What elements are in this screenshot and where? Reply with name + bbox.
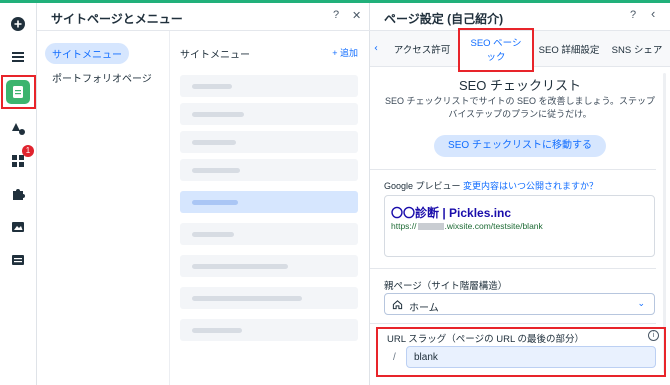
settings-title: ページ設定 (自己紹介) xyxy=(384,12,504,26)
page-list: サイトメニュー + 追加 xyxy=(170,31,370,385)
preview-url: https://.wixsite.com/testsite/blank xyxy=(391,221,543,231)
url-slug-input[interactable] xyxy=(406,346,656,368)
left-rail: 1 xyxy=(0,3,37,385)
pages-close-button[interactable]: ✕ xyxy=(352,9,361,22)
list-item[interactable] xyxy=(180,103,358,125)
menus-button[interactable] xyxy=(6,45,30,69)
chevron-down-icon: ⌄ xyxy=(637,299,645,309)
tabs-prev-button[interactable]: ‹ xyxy=(374,43,378,54)
theme-button[interactable] xyxy=(6,117,30,141)
business-apps-button[interactable] xyxy=(6,182,30,206)
page-list-title: サイトメニュー xyxy=(180,50,250,61)
nav-item-portfolio[interactable]: ポートフォリオページ xyxy=(45,67,159,88)
google-preview-box: 〇〇診断 | Pickles.inc https://.wixsite.com/… xyxy=(384,195,655,257)
settings-back-button[interactable]: ‹ xyxy=(651,6,655,21)
redacted-username xyxy=(417,223,444,230)
list-item[interactable] xyxy=(180,131,358,153)
tab-social-share[interactable]: SNS シェア xyxy=(606,31,668,67)
google-preview-label: Google プレビュー 変更内容はいつ公開されますか？ xyxy=(384,181,599,191)
puzzle-icon xyxy=(13,189,25,200)
list-item[interactable] xyxy=(180,287,358,309)
media-button[interactable] xyxy=(6,215,30,239)
site-pages-panel: サイトページとメニュー ? ✕ サイトメニュー ポートフォリオページ サイトメニ… xyxy=(37,3,370,385)
seo-basic-tab-highlight xyxy=(458,28,534,72)
list-item[interactable] xyxy=(180,319,358,341)
url-slug-prefix: / xyxy=(393,352,396,363)
home-icon xyxy=(392,300,403,310)
divider xyxy=(370,323,656,324)
list-item[interactable] xyxy=(180,75,358,97)
image-icon xyxy=(12,222,24,232)
pages-panel-header: サイトページとメニュー ? ✕ xyxy=(37,3,370,31)
parent-page-value: ホーム xyxy=(409,303,439,314)
theme-icon xyxy=(12,123,25,135)
publish-info-link[interactable]: 変更内容はいつ公開されますか？ xyxy=(463,181,598,191)
parent-page-select[interactable]: ホーム ⌄ xyxy=(384,293,655,315)
editor-window: 1 サイトページとメニュー ? ✕ サイトメニュー ポートフォリオページ サイト… xyxy=(0,0,670,385)
seo-checklist-button[interactable]: SEO チェックリストに移動する xyxy=(434,135,606,157)
url-slug-label: URL スラッグ（ページの URL の最後の部分） xyxy=(387,334,585,345)
settings-header: ページ設定 (自己紹介) ? ‹ xyxy=(370,3,670,31)
pages-help-button[interactable]: ? xyxy=(333,9,339,21)
preview-title: 〇〇診断 | Pickles.inc xyxy=(391,206,512,220)
nav-item-site-menu[interactable]: サイトメニュー xyxy=(45,43,129,64)
divider xyxy=(370,268,656,269)
parent-page-label: 親ページ（サイト階層構造） xyxy=(384,281,508,292)
plus-circle-icon xyxy=(11,17,25,31)
seo-checklist-description: SEO チェックリストでサイトの SEO を改善しましょう。ステップバイステップ… xyxy=(385,96,655,119)
list-item[interactable] xyxy=(180,159,358,181)
add-page-button[interactable]: + 追加 xyxy=(332,46,358,59)
info-icon[interactable]: i xyxy=(648,330,659,341)
list-item[interactable] xyxy=(180,255,358,277)
tab-seo-advanced[interactable]: SEO 詳細設定 xyxy=(534,31,604,67)
list-item[interactable] xyxy=(180,223,358,245)
page-settings-panel: ページ設定 (自己紹介) ? ‹ ‹ アクセス許可 SEO ベーシック SEO … xyxy=(370,3,670,385)
pages-panel-title: サイトページとメニュー xyxy=(51,12,183,26)
cms-button[interactable] xyxy=(6,248,30,272)
list-item-selected[interactable] xyxy=(180,191,358,213)
table-icon xyxy=(12,255,24,265)
divider xyxy=(370,169,656,170)
pages-nav: サイトメニュー ポートフォリオページ xyxy=(37,31,170,385)
apps-button[interactable]: 1 xyxy=(6,145,34,173)
pages-button-highlight xyxy=(1,75,36,109)
seo-checklist-title: SEO チェックリスト xyxy=(458,78,582,93)
add-elements-button[interactable] xyxy=(6,12,30,36)
notification-badge: 1 xyxy=(22,145,34,157)
settings-help-button[interactable]: ? xyxy=(630,9,636,21)
menu-icon xyxy=(12,52,24,62)
tab-access[interactable]: アクセス許可 xyxy=(386,31,458,67)
